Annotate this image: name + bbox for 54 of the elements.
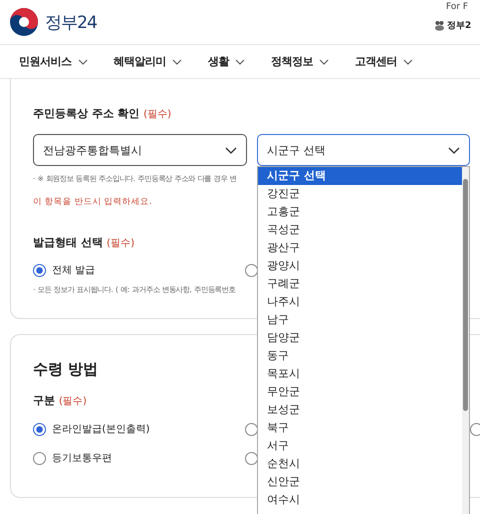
dropdown-option[interactable]: 북구 <box>258 419 462 437</box>
radio-button[interactable] <box>33 264 46 276</box>
dropdown-option[interactable]: 광양시 <box>258 257 462 275</box>
dropdown-option[interactable]: 시군구 선택 <box>258 167 462 185</box>
province-select[interactable]: 전남광주통합특별시 <box>33 134 247 166</box>
radio-button[interactable] <box>33 422 46 436</box>
radio-button[interactable] <box>470 422 480 436</box>
dropdown-option[interactable]: 남구 <box>258 311 462 329</box>
dropdown-option[interactable]: 동구 <box>258 347 462 365</box>
radio-label[interactable]: 등기보통우편 <box>52 451 112 465</box>
scrollbar[interactable] <box>462 167 469 514</box>
site-logo[interactable]: 정부24 <box>45 10 97 34</box>
radio-label[interactable]: 온라인발급(본인출력) <box>52 422 150 436</box>
radio-label[interactable]: 전체 발급 <box>52 263 96 277</box>
nav-menu-item[interactable]: 혜택알리미 <box>114 54 182 69</box>
section-label: 발급형태 선택 (필수) <box>33 235 134 250</box>
radio-button[interactable] <box>245 264 258 276</box>
dropdown-option[interactable]: 보성군 <box>258 401 462 419</box>
nav-menu-item[interactable]: 민원서비스 <box>19 54 88 69</box>
radio-button[interactable] <box>245 452 258 464</box>
dropdown-option[interactable]: 무안군 <box>258 383 462 401</box>
error-message: 이 항목을 반드시 입력하세요. <box>33 196 152 208</box>
radio-button[interactable] <box>245 422 258 436</box>
dropdown-option[interactable]: 여수시 <box>258 491 462 509</box>
chevron-down-icon <box>78 58 88 64</box>
chevron-down-icon <box>319 58 329 64</box>
account-link[interactable]: 정부2 <box>447 19 472 32</box>
people-icon <box>434 20 445 31</box>
chevron-down-icon <box>403 58 413 64</box>
district-select[interactable]: 시군구 선택 <box>257 134 470 166</box>
dropdown-option[interactable]: 나주시 <box>258 293 462 311</box>
dropdown-option[interactable]: 강진군 <box>258 185 462 203</box>
chevron-down-icon <box>448 146 460 154</box>
language-link[interactable]: For F <box>446 2 480 12</box>
dropdown-option[interactable]: 고흥군 <box>258 203 462 221</box>
dropdown-option[interactable]: 신안군 <box>258 473 462 491</box>
dropdown-option[interactable]: 목포시 <box>258 365 462 383</box>
dropdown-option[interactable]: 광산구 <box>258 239 462 257</box>
chevron-down-icon <box>225 146 237 154</box>
dropdown-option[interactable]: 구례군 <box>258 275 462 293</box>
chevron-down-icon <box>235 58 245 64</box>
section-title: 수령 방법 <box>33 360 98 379</box>
radio-button[interactable] <box>33 452 46 464</box>
section-label: 주민등록상 주소 확인 (필수) <box>33 106 172 121</box>
dropdown-option[interactable]: 곡성군 <box>258 221 462 239</box>
nav-menu-item[interactable]: 고객센터 <box>355 54 413 69</box>
logo-icon <box>9 7 39 37</box>
field-label: 구분 (필수) <box>33 393 87 408</box>
nav-menu-item[interactable]: 생활 <box>208 54 245 69</box>
dropdown-option[interactable]: 서구 <box>258 437 462 455</box>
nav-menu-item[interactable]: 정책정보 <box>271 54 329 69</box>
dropdown-option[interactable]: 담양군 <box>258 329 462 347</box>
chevron-down-icon <box>172 58 182 64</box>
dropdown-option[interactable]: 순천시 <box>258 455 462 473</box>
